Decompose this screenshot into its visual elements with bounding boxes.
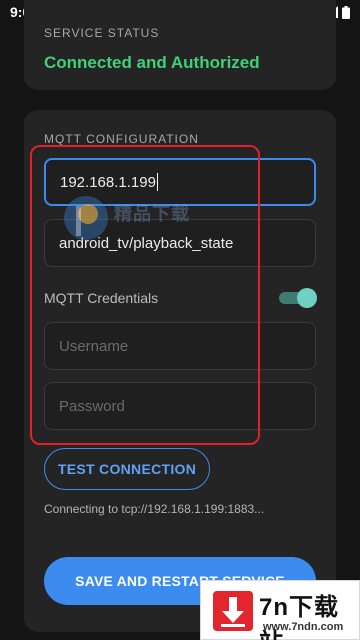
service-status-card: SERVICE STATUS Connected and Authorized	[24, 0, 336, 90]
mqtt-topic-input[interactable]: android_tv/playback_state	[44, 219, 316, 267]
mqtt-configuration-label: MQTT CONFIGURATION	[44, 132, 199, 146]
mqtt-credentials-label: MQTT Credentials	[44, 290, 159, 306]
password-placeholder: Password	[59, 397, 125, 415]
mqtt-topic-value: android_tv/playback_state	[59, 234, 234, 252]
password-input[interactable]: Password	[44, 382, 316, 430]
mqtt-host-value: 192.168.1.199	[60, 173, 156, 191]
username-input[interactable]: Username	[44, 322, 316, 370]
service-status-value: Connected and Authorized	[44, 53, 260, 72]
mqtt-credentials-toggle[interactable]	[279, 288, 317, 308]
service-status-label: SERVICE STATUS	[44, 26, 160, 40]
test-connection-button[interactable]: TEST CONNECTION	[44, 448, 210, 490]
mqtt-host-input[interactable]: 192.168.1.199	[44, 158, 316, 206]
download-site-badge[interactable]: 7n下载站 www.7ndn.com	[200, 580, 360, 640]
username-placeholder: Username	[59, 337, 129, 355]
download-arrow-icon	[213, 591, 253, 631]
mqtt-configuration-card: MQTT CONFIGURATION 192.168.1.199 android…	[24, 110, 336, 632]
connection-status-text: Connecting to tcp://192.168.1.199:1883..…	[44, 502, 265, 516]
badge-url: www.7ndn.com	[263, 621, 344, 633]
battery-icon	[342, 5, 350, 19]
text-cursor	[156, 173, 158, 191]
toggle-thumb	[297, 288, 317, 308]
